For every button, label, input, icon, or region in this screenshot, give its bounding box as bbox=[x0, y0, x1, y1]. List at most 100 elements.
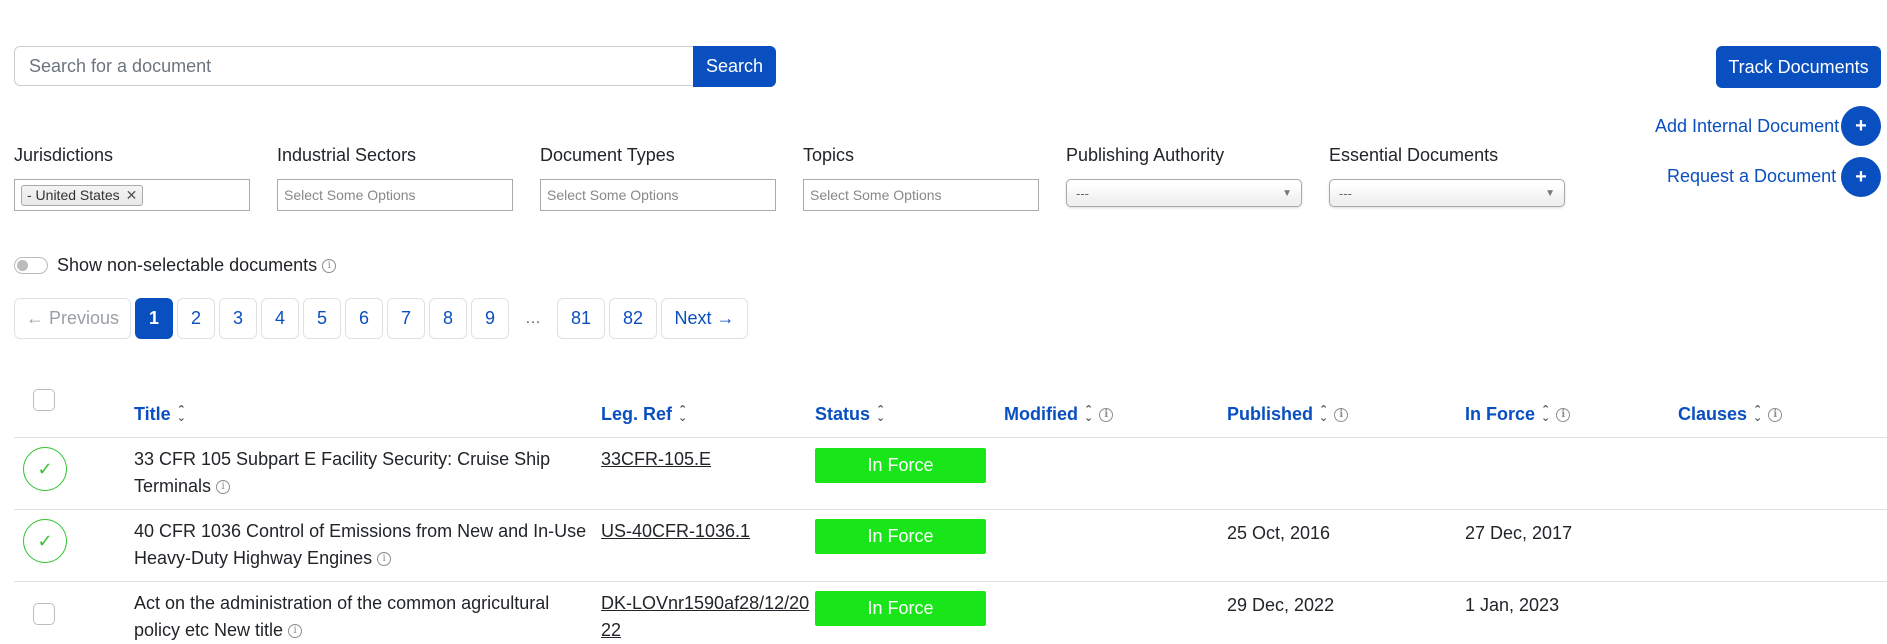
industrial-sectors-placeholder: Select Some Options bbox=[284, 187, 416, 203]
publishing-authority-select[interactable]: --- ▼ bbox=[1066, 179, 1302, 207]
column-header-in-force-label: In Force bbox=[1465, 404, 1536, 424]
row-3-checkbox[interactable] bbox=[33, 603, 55, 625]
pagination-ellipsis: … bbox=[525, 309, 541, 327]
sort-icon: ⌃ ⌄ bbox=[1084, 403, 1094, 424]
topics-placeholder: Select Some Options bbox=[810, 187, 942, 203]
column-header-title[interactable]: Title ⌃ ⌄ bbox=[134, 404, 186, 425]
search-input[interactable] bbox=[14, 46, 693, 86]
row-1-title-text: 33 CFR 105 Subpart E Facility Security: … bbox=[134, 449, 551, 496]
remove-chip-icon[interactable]: ✕ bbox=[126, 187, 138, 204]
pagination: ← Previous 1 2 3 4 5 6 7 8 9 … 81 82 Nex… bbox=[14, 298, 748, 339]
page-2-button[interactable]: 2 bbox=[177, 298, 215, 339]
request-document-plus-icon[interactable]: + bbox=[1841, 157, 1881, 197]
status-badge: In Force bbox=[815, 591, 986, 626]
page-7-button[interactable]: 7 bbox=[387, 298, 425, 339]
industrial-sectors-label: Industrial Sectors bbox=[277, 145, 417, 165]
row-3-title-text: Act on the administration of the common … bbox=[134, 593, 550, 640]
row-3-title[interactable]: Act on the administration of the common … bbox=[134, 590, 594, 644]
column-header-published[interactable]: Published ⌃ ⌄ i bbox=[1227, 403, 1349, 425]
row-2-leg-ref-link[interactable]: US-40CFR-1036.1 bbox=[601, 518, 811, 545]
sort-icon: ⌃ ⌄ bbox=[1753, 403, 1763, 424]
status-badge: In Force bbox=[815, 448, 986, 483]
info-icon[interactable]: i bbox=[322, 259, 337, 274]
page-3-button[interactable]: 3 bbox=[219, 298, 257, 339]
sort-icon: ⌃ ⌄ bbox=[176, 403, 186, 424]
column-header-modified-label: Modified bbox=[1004, 404, 1078, 424]
jurisdiction-chip-label: - United States bbox=[27, 187, 120, 203]
row-1-title[interactable]: 33 CFR 105 Subpart E Facility Security: … bbox=[134, 446, 594, 500]
non-selectable-toggle-label: Show non-selectable documents i bbox=[57, 255, 337, 276]
column-header-modified[interactable]: Modified ⌃ ⌄ i bbox=[1004, 403, 1114, 425]
toggle-label-text: Show non-selectable documents bbox=[57, 255, 318, 275]
next-page-button[interactable]: Next → bbox=[661, 298, 748, 339]
select-all-checkbox[interactable] bbox=[33, 389, 55, 411]
info-icon[interactable]: i bbox=[1768, 407, 1783, 422]
essential-documents-value: --- bbox=[1339, 185, 1352, 201]
page-81-button[interactable]: 81 bbox=[557, 298, 605, 339]
toggle-knob bbox=[17, 260, 28, 271]
jurisdictions-select[interactable]: - United States ✕ bbox=[14, 179, 250, 211]
row-2-published-date: 25 Oct, 2016 bbox=[1227, 523, 1331, 543]
sort-icon: ⌃ ⌄ bbox=[1319, 403, 1329, 424]
row-3-in-force-date: 1 Jan, 2023 bbox=[1465, 595, 1560, 615]
row-2-title[interactable]: 40 CFR 1036 Control of Emissions from Ne… bbox=[134, 518, 594, 572]
column-header-leg-ref-label: Leg. Ref bbox=[601, 404, 673, 424]
selected-check-icon[interactable]: ✓ bbox=[23, 519, 67, 563]
jurisdiction-chip: - United States ✕ bbox=[21, 184, 144, 206]
column-header-status-label: Status bbox=[815, 404, 871, 424]
sort-icon: ⌃ ⌄ bbox=[678, 403, 688, 424]
row-2-in-force-date: 27 Dec, 2017 bbox=[1465, 523, 1573, 543]
column-header-leg-ref[interactable]: Leg. Ref ⌃ ⌄ bbox=[601, 404, 687, 425]
chevron-down-icon: ▼ bbox=[1545, 187, 1555, 199]
sort-icon: ⌃ ⌄ bbox=[1541, 403, 1551, 424]
row-divider bbox=[14, 581, 1887, 582]
add-internal-document-link[interactable]: Add Internal Document bbox=[1655, 116, 1839, 137]
row-3-leg-ref-link[interactable]: DK-LOVnr1590af28/12/2022 bbox=[601, 590, 811, 644]
row-divider bbox=[14, 509, 1887, 510]
non-selectable-toggle[interactable] bbox=[14, 257, 48, 274]
publishing-authority-value: --- bbox=[1076, 185, 1089, 201]
column-header-title-label: Title bbox=[134, 404, 171, 424]
column-header-published-label: Published bbox=[1227, 404, 1314, 424]
document-types-select[interactable]: Select Some Options bbox=[540, 179, 776, 211]
info-icon[interactable]: i bbox=[1099, 407, 1114, 422]
essential-documents-select[interactable]: --- ▼ bbox=[1329, 179, 1565, 207]
row-2-title-text: 40 CFR 1036 Control of Emissions from Ne… bbox=[134, 521, 587, 568]
info-icon[interactable]: i bbox=[377, 552, 392, 567]
info-icon[interactable]: i bbox=[288, 624, 303, 639]
column-header-clauses[interactable]: Clauses ⌃ ⌄ i bbox=[1678, 403, 1783, 425]
column-header-in-force[interactable]: In Force ⌃ ⌄ i bbox=[1465, 403, 1571, 425]
document-types-placeholder: Select Some Options bbox=[547, 187, 679, 203]
industrial-sectors-select[interactable]: Select Some Options bbox=[277, 179, 513, 211]
jurisdictions-label: Jurisdictions bbox=[14, 145, 114, 165]
row-3-published-date: 29 Dec, 2022 bbox=[1227, 595, 1335, 615]
header-divider bbox=[14, 437, 1887, 438]
info-icon[interactable]: i bbox=[216, 480, 231, 495]
page-4-button[interactable]: 4 bbox=[261, 298, 299, 339]
add-internal-document-plus-icon[interactable]: + bbox=[1841, 106, 1881, 146]
sort-icon: ⌃ ⌄ bbox=[876, 403, 886, 424]
chevron-down-icon: ▼ bbox=[1282, 187, 1292, 199]
page-82-button[interactable]: 82 bbox=[609, 298, 657, 339]
page-9-button[interactable]: 9 bbox=[471, 298, 509, 339]
page-8-button[interactable]: 8 bbox=[429, 298, 467, 339]
page-6-button[interactable]: 6 bbox=[345, 298, 383, 339]
publishing-authority-label: Publishing Authority bbox=[1066, 145, 1225, 165]
previous-page-button[interactable]: ← Previous bbox=[14, 298, 131, 339]
selected-check-icon[interactable]: ✓ bbox=[23, 447, 67, 491]
request-document-link[interactable]: Request a Document bbox=[1667, 166, 1836, 187]
page-1-button[interactable]: 1 bbox=[135, 298, 173, 339]
search-button[interactable]: Search bbox=[693, 46, 776, 87]
track-documents-button[interactable]: Track Documents bbox=[1716, 46, 1881, 88]
column-header-status[interactable]: Status ⌃ ⌄ bbox=[815, 404, 885, 425]
column-header-clauses-label: Clauses bbox=[1678, 404, 1748, 424]
info-icon[interactable]: i bbox=[1334, 407, 1349, 422]
status-badge: In Force bbox=[815, 519, 986, 554]
topics-select[interactable]: Select Some Options bbox=[803, 179, 1039, 211]
info-icon[interactable]: i bbox=[1556, 407, 1571, 422]
document-types-label: Document Types bbox=[540, 145, 675, 165]
essential-documents-label: Essential Documents bbox=[1329, 145, 1499, 165]
topics-label: Topics bbox=[803, 145, 855, 165]
row-1-leg-ref-link[interactable]: 33CFR-105.E bbox=[601, 446, 811, 473]
page-5-button[interactable]: 5 bbox=[303, 298, 341, 339]
